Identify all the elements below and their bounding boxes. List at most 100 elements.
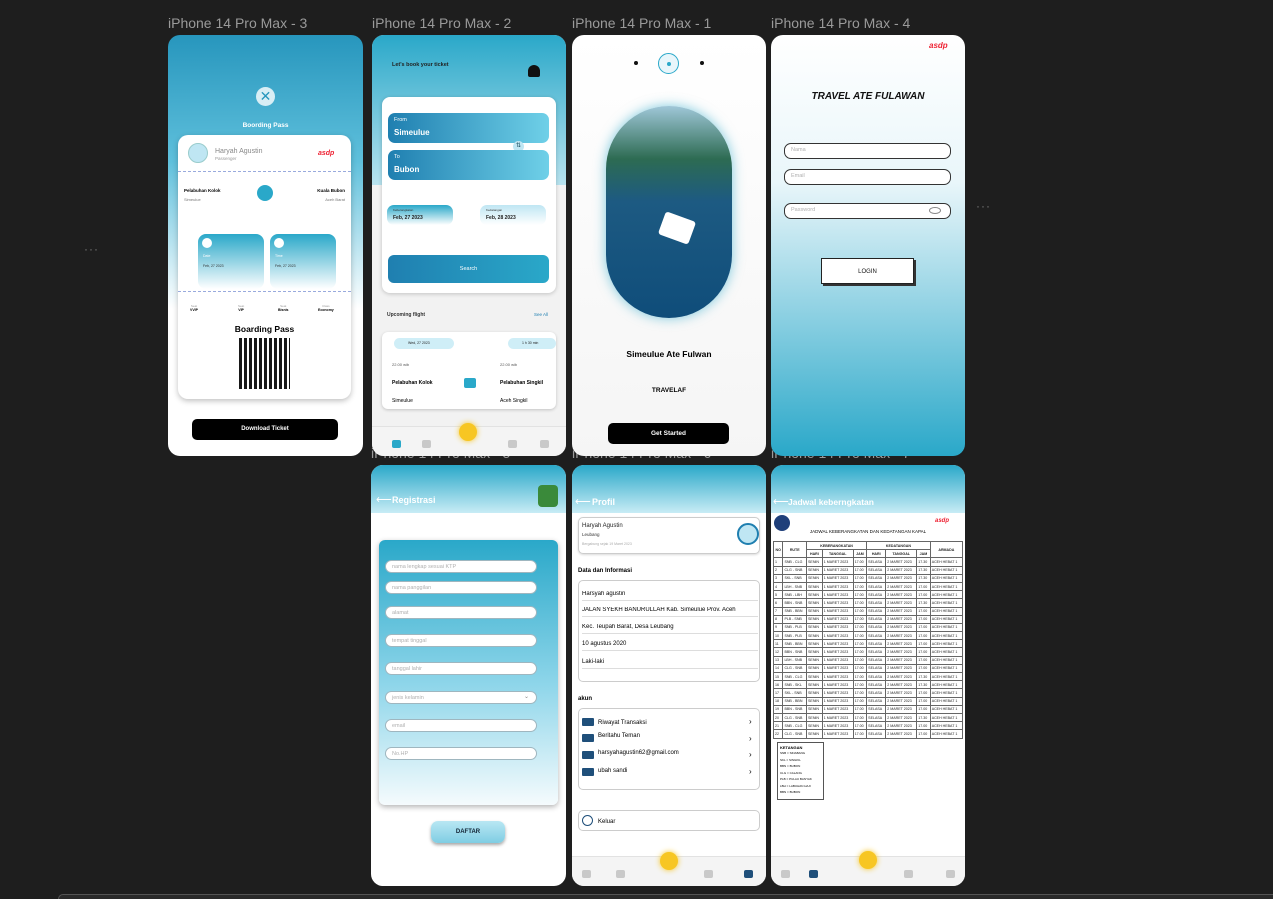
power-icon bbox=[582, 815, 593, 826]
table-cell: 19 bbox=[772, 704, 784, 714]
home-icon[interactable] bbox=[582, 870, 591, 878]
home-icon[interactable] bbox=[781, 870, 790, 878]
account-title: akun bbox=[578, 696, 593, 702]
menu-tell-friend[interactable]: Beritahu Teman bbox=[598, 733, 640, 739]
home-indicator[interactable] bbox=[459, 423, 477, 441]
splash-title: Simeulue Ate Fulwan bbox=[626, 349, 712, 359]
table-cell: CLG - SNB bbox=[782, 663, 808, 674]
info-district: Kec. Teupah Barat, Desa Leubang bbox=[582, 624, 758, 634]
info-birthdate: 10 agustus 2020 bbox=[582, 641, 758, 651]
book-icon[interactable] bbox=[809, 870, 818, 878]
menu-email[interactable]: harsyahagustin62@gmail.com bbox=[598, 750, 679, 756]
table-cell: 17.00 bbox=[916, 688, 931, 698]
dest-city: Aceh Singkil bbox=[500, 398, 528, 404]
search-button[interactable]: Search bbox=[388, 255, 549, 283]
daftar-button[interactable]: DAFTAR bbox=[431, 821, 505, 843]
asdp-logo: asdp bbox=[935, 518, 950, 524]
back-arrow-icon[interactable]: ⟵ bbox=[376, 493, 392, 506]
close-icon[interactable]: ✕ bbox=[256, 87, 275, 106]
chevron-right-icon[interactable]: › bbox=[749, 750, 752, 759]
canvas-scrollbar[interactable] bbox=[58, 894, 1273, 899]
more-dots-icon[interactable]: ··· bbox=[84, 242, 99, 256]
profile-title: Profil bbox=[592, 497, 616, 507]
chevron-right-icon[interactable]: › bbox=[749, 734, 752, 743]
to-field[interactable]: To Bubon bbox=[388, 150, 549, 180]
birthdate-input[interactable]: tanggal lahir bbox=[385, 662, 537, 675]
page-dot[interactable] bbox=[700, 61, 704, 65]
fullname-input[interactable]: nama lengkap sesuai KTP bbox=[385, 560, 537, 573]
from-field[interactable]: From Simeulue bbox=[388, 113, 549, 143]
login-button[interactable]: LOGIN bbox=[821, 258, 914, 284]
page-dot-active[interactable] bbox=[658, 53, 679, 74]
see-all-link[interactable]: See All bbox=[534, 312, 548, 317]
chevron-right-icon[interactable]: › bbox=[749, 717, 752, 726]
upcoming-title: Upcoming flight bbox=[387, 312, 426, 318]
name-input[interactable]: Nama bbox=[784, 143, 951, 159]
depart-date-field[interactable]: Keberangkatan Feb, 27 2023 bbox=[387, 205, 453, 225]
col-tanggal: TANGGAL bbox=[885, 549, 918, 559]
address-input[interactable]: alamat bbox=[385, 606, 537, 619]
table-cell: 17.00 bbox=[852, 557, 868, 567]
home-icon[interactable] bbox=[392, 440, 401, 448]
phone-input[interactable]: No.HP bbox=[385, 747, 537, 760]
profile-icon[interactable] bbox=[946, 870, 955, 878]
user-icon[interactable] bbox=[528, 65, 540, 77]
header-bg bbox=[371, 465, 566, 513]
table-cell: 17.30 bbox=[916, 712, 931, 723]
book-icon[interactable] bbox=[422, 440, 431, 448]
table-cell: 17.00 bbox=[852, 598, 868, 608]
eye-icon[interactable] bbox=[929, 207, 941, 214]
logout-button[interactable]: Keluar bbox=[578, 810, 760, 831]
legend-item: BBN = BUBON bbox=[780, 790, 801, 794]
table-cell: 1 MARET 2023 bbox=[821, 614, 854, 624]
table-cell: 2 MARET 2023 bbox=[885, 590, 918, 600]
get-started-button[interactable]: Get Started bbox=[608, 423, 729, 444]
table-cell: 22 bbox=[772, 729, 784, 739]
profile-joined: Bergabung sejak 19 Maret 2023 bbox=[582, 542, 632, 546]
table-cell: 1 MARET 2023 bbox=[821, 712, 854, 723]
home-indicator[interactable] bbox=[859, 851, 877, 869]
bell-icon[interactable] bbox=[508, 440, 517, 448]
back-arrow-icon[interactable]: ⟵ bbox=[773, 495, 789, 508]
table-cell: 2 MARET 2023 bbox=[885, 581, 918, 592]
table-cell: ACEH HEBAT 1 bbox=[929, 729, 964, 739]
home-indicator[interactable] bbox=[660, 852, 678, 870]
table-cell: 1 MARET 2023 bbox=[821, 581, 854, 592]
bell-icon[interactable] bbox=[904, 870, 913, 878]
legend-box: KETANGAN SNB = SINABANG SKL = SINGKIL BB… bbox=[777, 742, 824, 800]
table-cell: SENIN bbox=[806, 663, 823, 674]
flight-card[interactable]: Wed, 27 2023 1 h 30 min 22.00 wib 22.00 … bbox=[382, 332, 556, 409]
more-dots-icon[interactable]: ··· bbox=[976, 199, 991, 213]
profile-icon[interactable] bbox=[540, 440, 549, 448]
residence-input[interactable]: tempat tinggal bbox=[385, 634, 537, 647]
chevron-right-icon[interactable]: › bbox=[749, 767, 752, 776]
register-screen: ⟵ Registrasi nama lengkap sesuai KTP nam… bbox=[371, 465, 566, 886]
table-cell: 17.00 bbox=[852, 671, 868, 682]
table-cell: BBN - SNB bbox=[782, 647, 808, 657]
page-dot[interactable] bbox=[634, 61, 638, 65]
table-cell: ACEH HEBAT 1 bbox=[929, 573, 964, 583]
book-icon[interactable] bbox=[616, 870, 625, 878]
gender-select[interactable]: jenis kelamin bbox=[385, 691, 537, 704]
arrive-date-field[interactable]: Kedatangan Feb, 28 2023 bbox=[480, 205, 546, 225]
back-arrow-icon[interactable]: ⟵ bbox=[575, 495, 591, 508]
table-cell: SELASA bbox=[866, 671, 887, 682]
menu-history[interactable]: Riwayat Transaksi bbox=[598, 720, 647, 726]
table-cell: 2 MARET 2023 bbox=[885, 565, 918, 575]
download-ticket-button[interactable]: Download Ticket bbox=[192, 419, 338, 440]
email-input[interactable]: email bbox=[385, 719, 537, 732]
bell-icon[interactable] bbox=[704, 870, 713, 878]
menu-change-password[interactable]: ubah sandi bbox=[598, 768, 627, 774]
table-cell: 1 MARET 2023 bbox=[821, 606, 854, 616]
password-input[interactable]: Password bbox=[784, 203, 951, 219]
profile-icon[interactable] bbox=[744, 870, 753, 878]
divider bbox=[178, 171, 351, 172]
table-cell: 2 MARET 2023 bbox=[885, 557, 918, 567]
register-title: Registrasi bbox=[392, 495, 436, 505]
table-cell: 10 bbox=[772, 631, 784, 641]
table-cell: 17.30 bbox=[916, 598, 931, 608]
table-cell: 17.00 bbox=[852, 631, 868, 641]
table-cell: 2 MARET 2023 bbox=[885, 712, 918, 723]
nickname-input[interactable]: nama panggilan bbox=[385, 581, 537, 594]
email-input[interactable]: Email bbox=[784, 169, 951, 185]
